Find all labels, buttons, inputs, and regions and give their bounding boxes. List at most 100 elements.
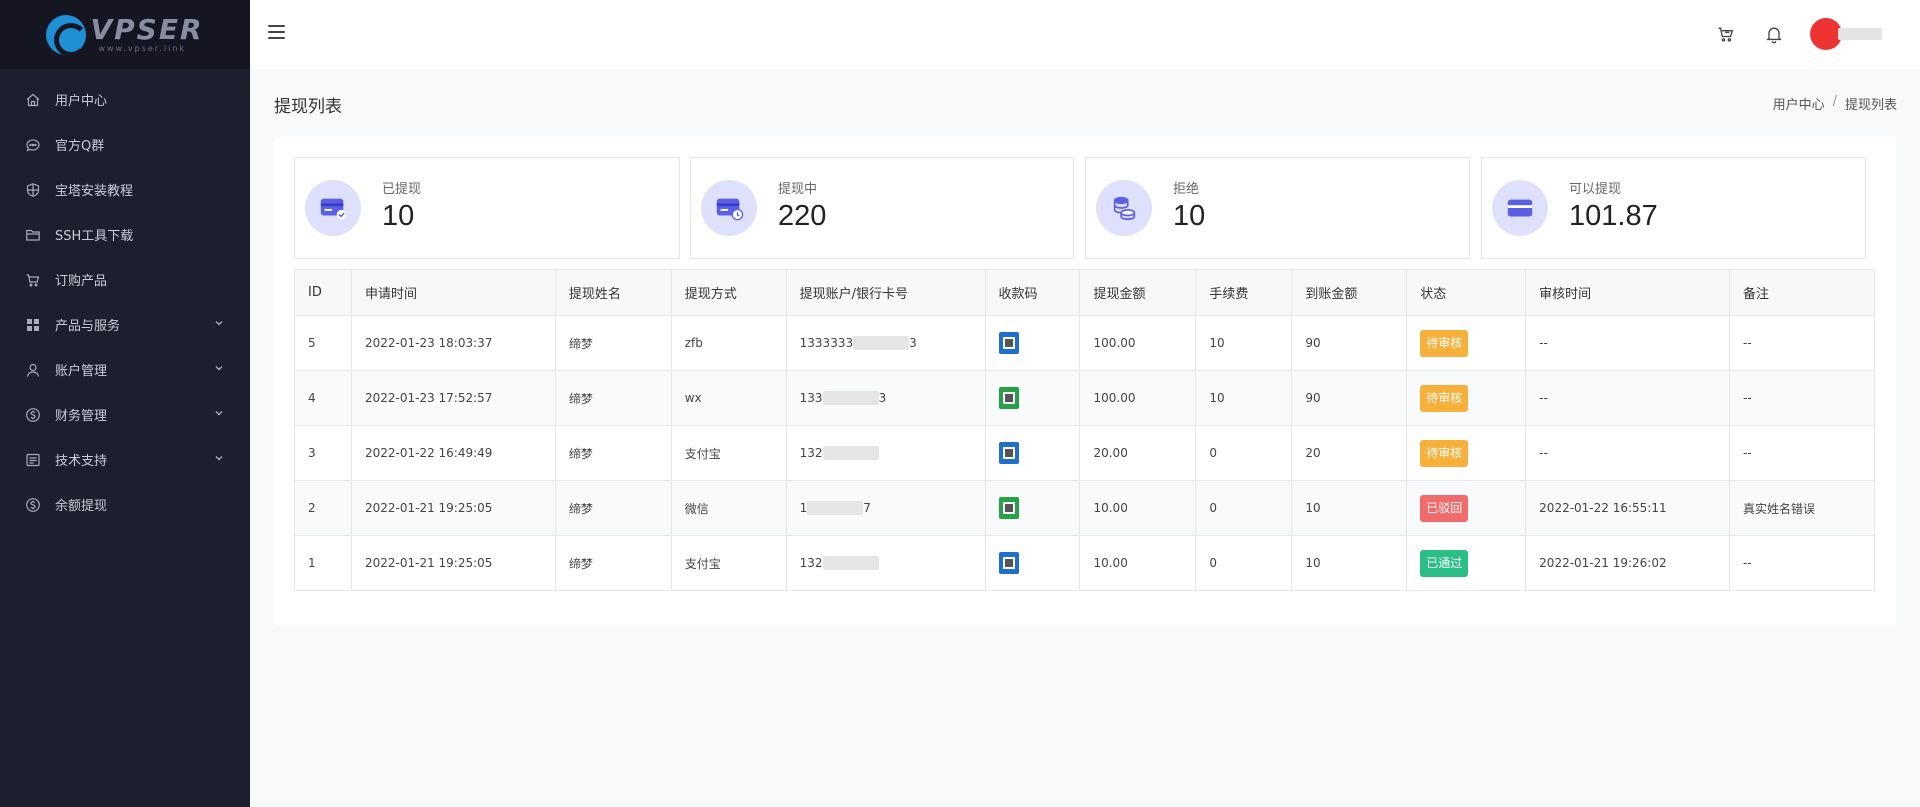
- cell-amount: 20.00: [1079, 425, 1197, 481]
- breadcrumb-separator: /: [1832, 94, 1837, 109]
- cell-apply-time: 2022-01-21 19:25:05: [350, 480, 556, 536]
- dollar-icon: [25, 497, 41, 513]
- qr-code-icon[interactable]: [998, 548, 1019, 578]
- coins-icon: [1096, 180, 1152, 236]
- bell-icon[interactable]: [1762, 22, 1786, 46]
- cell-review-time: --: [1525, 425, 1731, 481]
- table-row: 1 2022-01-21 19:25:05 缔梦 支付宝 132 10.00 0 10 已通过 2…: [294, 535, 1875, 591]
- status-badge: 已驳回: [1420, 494, 1469, 522]
- cell-account: 1333333 3: [785, 315, 986, 371]
- cell-apply-time: 2022-01-22 16:49:49: [350, 425, 556, 481]
- grid-icon: [25, 317, 41, 333]
- cell-fee: 0: [1195, 480, 1293, 536]
- cell-note: --: [1729, 425, 1875, 481]
- cell-qr: [984, 315, 1081, 371]
- sidebar-item-3[interactable]: 宝塔安装教程: [0, 167, 250, 212]
- col-header-review-time: 审核时间: [1525, 269, 1731, 316]
- menu-toggle-icon[interactable]: [268, 25, 285, 42]
- col-header-method: 提现方式: [670, 269, 787, 316]
- stat-rejected: 拒绝 10: [1085, 157, 1470, 259]
- logo-text: VPSER: [90, 12, 204, 46]
- sidebar-item-6[interactable]: 产品与服务: [0, 302, 250, 347]
- cell-net: 10: [1291, 535, 1408, 591]
- user-name-masked[interactable]: [1838, 28, 1882, 40]
- account-mask: [853, 336, 910, 351]
- sidebar-item-9[interactable]: 技术支持: [0, 437, 250, 482]
- cell-net: 20: [1291, 425, 1408, 481]
- sidebar-item-2[interactable]: 官方Q群: [0, 122, 250, 167]
- cell-name: 缔梦: [554, 535, 672, 591]
- sidebar-item-7[interactable]: 账户管理: [0, 347, 250, 392]
- sidebar-nav: 用户中心 官方Q群宝塔安装教程 SSH工具下载订购产品 产品与服务账户管理财务管理 技术…: [0, 69, 250, 527]
- sidebar-item-label: SSH工具下载: [55, 229, 134, 244]
- home-icon: [25, 92, 41, 108]
- chevron-down-icon: [214, 452, 224, 467]
- cell-qr: [984, 370, 1081, 426]
- breadcrumb-home-link[interactable]: 用户中心: [1773, 94, 1825, 113]
- cell-account: 132: [785, 535, 986, 591]
- card-check-icon: [305, 180, 361, 236]
- cell-fee: 0: [1195, 425, 1293, 481]
- cell-status: 已通过: [1406, 535, 1527, 591]
- status-badge: 待审核: [1420, 329, 1469, 357]
- list-icon: [25, 452, 41, 468]
- qr-code-icon[interactable]: [998, 328, 1019, 358]
- stat-label: 提现中: [778, 182, 818, 197]
- logo-area[interactable]: VPSER www.vpser.link: [0, 0, 250, 69]
- stat-available: 可以提现 101.87: [1481, 157, 1866, 259]
- sidebar-item-label: 账户管理: [55, 364, 108, 379]
- qr-code-icon[interactable]: [998, 383, 1019, 413]
- cell-account: 132: [785, 425, 986, 481]
- sidebar-item-label: 宝塔安装教程: [55, 184, 134, 199]
- sidebar-item-5[interactable]: 订购产品: [0, 257, 250, 302]
- logo[interactable]: VPSER www.vpser.link: [46, 12, 204, 55]
- qr-code-icon[interactable]: [998, 493, 1019, 523]
- stat-pending: 提现中 220: [690, 157, 1074, 259]
- account-tail: 3: [909, 335, 917, 350]
- cell-method: 支付宝: [670, 425, 787, 481]
- col-header-qr: 收款码: [984, 269, 1081, 316]
- cell-id: 3: [294, 425, 352, 481]
- cell-id: 2: [294, 480, 352, 536]
- card-icon: [1492, 180, 1548, 236]
- cell-fee: 10: [1195, 370, 1293, 426]
- col-header-note: 备注: [1729, 269, 1875, 316]
- col-header-apply-time: 申请时间: [350, 269, 556, 316]
- sidebar-item-8[interactable]: 财务管理: [0, 392, 250, 437]
- cell-note: --: [1729, 370, 1875, 426]
- cell-amount: 10.00: [1079, 535, 1197, 591]
- cell-note: --: [1729, 535, 1875, 591]
- logo-mark-icon: [46, 14, 87, 55]
- cell-review-time: 2022-01-21 19:26:02: [1525, 535, 1731, 591]
- stat-label: 已提现: [382, 182, 422, 197]
- stat-value: 10: [382, 200, 415, 232]
- sidebar-item-10[interactable]: 余额提现: [0, 482, 250, 527]
- folder-icon: [25, 227, 41, 243]
- qr-code-icon[interactable]: [998, 438, 1019, 468]
- col-header-net: 到账金额: [1291, 269, 1408, 316]
- cell-name: 缔梦: [554, 480, 672, 536]
- page-title: 提现列表: [274, 97, 342, 117]
- logo-subtext: www.vpser.link: [98, 43, 187, 53]
- cell-account: 133 3: [785, 370, 986, 426]
- account-tail: 3: [878, 390, 887, 405]
- cell-status: 已驳回: [1406, 480, 1527, 536]
- sidebar: VPSER www.vpser.link 用户中心 官方Q群宝塔安装教程 SSH工具…: [0, 0, 250, 807]
- cell-amount: 10.00: [1079, 480, 1197, 536]
- col-header-amount: 提现金额: [1079, 269, 1197, 316]
- stat-withdrawn: 已提现 10: [294, 157, 680, 259]
- sidebar-item-4[interactable]: SSH工具下载: [0, 212, 250, 257]
- sidebar-item-1[interactable]: 用户中心: [0, 77, 250, 122]
- cell-fee: 0: [1195, 535, 1293, 591]
- account-mask: [807, 501, 864, 516]
- main-card: 已提现 10 提现中 220 拒绝 10 可以提现 101.87 ID 申请时间…: [274, 137, 1896, 625]
- cart-icon[interactable]: [1714, 22, 1738, 46]
- status-badge: 待审核: [1420, 384, 1469, 412]
- cell-name: 缔梦: [554, 370, 672, 426]
- cell-status: 待审核: [1406, 425, 1527, 481]
- account-mask: [822, 391, 879, 406]
- table-row: 2 2022-01-21 19:25:05 缔梦 微信 1 7 10.00 0 10 已驳回 202…: [294, 480, 1875, 536]
- withdrawal-table: ID 申请时间 提现姓名 提现方式 提现账户/银行卡号 收款码 提现金额 手续费…: [294, 269, 1875, 591]
- stat-value: 220: [778, 200, 827, 232]
- breadcrumb-current: 提现列表: [1844, 98, 1897, 113]
